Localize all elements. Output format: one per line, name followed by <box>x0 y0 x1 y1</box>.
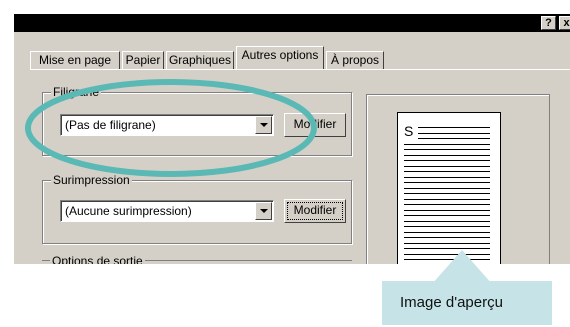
close-button[interactable]: x <box>559 16 570 30</box>
chevron-down-icon[interactable] <box>255 116 272 134</box>
chevron-down-icon[interactable] <box>255 202 272 220</box>
preview-text-line <box>404 165 490 167</box>
preview-text-line <box>404 242 490 244</box>
tab-papier[interactable]: Papier <box>122 51 164 69</box>
preview-text-line <box>404 253 490 255</box>
preview-text-line <box>404 187 490 189</box>
watermark-modify-button[interactable]: Modifier <box>284 113 346 137</box>
preview-text-line <box>418 132 490 134</box>
preview-text-line <box>404 220 490 222</box>
preview-text-line <box>404 176 490 178</box>
preview-text-line <box>404 143 490 145</box>
preview-text-line <box>404 259 490 260</box>
tab-mise-en-page[interactable]: Mise en page <box>30 51 120 69</box>
tab-panel-edge <box>30 69 570 70</box>
preview-page: S <box>397 112 501 264</box>
preview-text-line <box>404 182 490 183</box>
overlay-group-label: Surimpression <box>51 173 132 187</box>
preview-callout-text: Image d'aperçu <box>400 294 503 311</box>
preview-text-line <box>404 198 490 200</box>
preview-text-line <box>404 171 490 172</box>
preview-text-line <box>404 248 490 249</box>
output-options-group: Options de sortie <box>42 254 352 264</box>
preview-text-line <box>404 193 490 194</box>
preview-text-line <box>404 149 490 150</box>
preview-text-line <box>404 231 490 233</box>
tab-bar: Mise en page Papier Graphiques Autres op… <box>30 46 390 70</box>
preview-text-line <box>404 204 490 205</box>
watermark-group-label: Filigrane <box>51 85 102 99</box>
preview-text-line <box>404 237 490 238</box>
preview-text-line <box>418 138 490 139</box>
preview-callout: Image d'aperçu <box>382 281 552 325</box>
tab-a-propos[interactable]: À propos <box>326 51 384 69</box>
overlay-select[interactable]: (Aucune surimpression) <box>60 200 274 222</box>
preview-text-line <box>404 209 490 211</box>
tab-autres-options[interactable]: Autres options <box>236 46 324 69</box>
preview-text-line <box>404 226 490 227</box>
preview-text-line <box>404 215 490 216</box>
overlay-select-value: (Aucune surimpression) <box>65 204 192 218</box>
preview-text-line <box>404 160 490 161</box>
preview-text-line <box>418 127 490 128</box>
watermark-select[interactable]: (Pas de filigrane) <box>60 114 274 136</box>
preview-text-line <box>404 154 490 156</box>
help-button[interactable]: ? <box>541 16 556 30</box>
title-bar: ? x <box>14 14 570 32</box>
watermark-select-value: (Pas de filigrane) <box>65 118 156 132</box>
output-options-label: Options de sortie <box>50 254 145 264</box>
preview-watermark-letter: S <box>404 123 414 139</box>
tab-graphiques[interactable]: Graphiques <box>166 51 234 69</box>
print-properties-window: ? x Mise en page Papier Graphiques Autre… <box>14 14 570 264</box>
overlay-modify-button[interactable]: Modifier <box>284 199 346 223</box>
